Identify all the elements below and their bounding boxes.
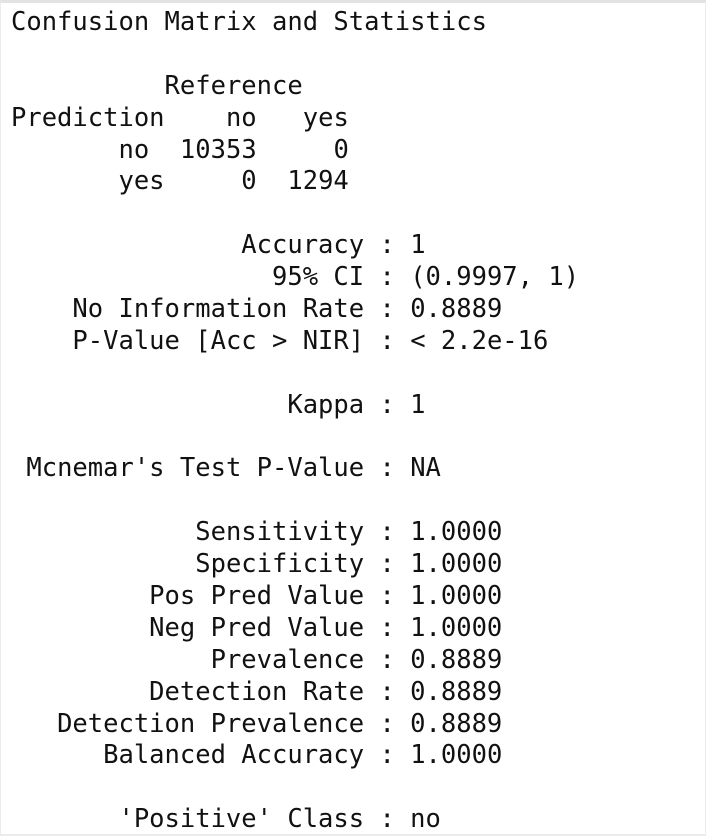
stat-value: NA <box>410 453 441 484</box>
stat-label: Sensitivity <box>195 517 365 548</box>
stat-label: No Information Rate <box>72 294 365 325</box>
reference-label: Reference <box>164 70 303 101</box>
stat-label: Neg Pred Value <box>149 612 365 643</box>
matrix-column-header: Prediction no yes <box>11 103 579 135</box>
stat-value: 1.0000 <box>410 612 503 643</box>
stat-value: (0.9997, 1) <box>410 262 580 293</box>
matrix-row-yes: yes 0 1294 <box>11 166 579 198</box>
stat-label: Detection Prevalence <box>57 708 365 739</box>
stat-value: 1 <box>410 230 426 261</box>
stat-row-ppv: Pos Pred Value : 1.0000 <box>149 581 503 612</box>
stat-row-prevalence: Prevalence : 0.8889 <box>210 644 503 675</box>
column-header-no: no <box>225 102 257 133</box>
stat-label: 95% CI <box>272 262 365 293</box>
stat-label: Pos Pred Value <box>149 581 365 612</box>
matrix-reference-header: Reference <box>11 71 579 103</box>
stat-row-detection-rate: Detection Rate : 0.8889 <box>149 676 503 707</box>
stat-value: 1 <box>410 389 426 420</box>
output-title: Confusion Matrix and Statistics <box>11 7 487 37</box>
stat-row-mcnemar: Mcnemar's Test P-Value : NA <box>26 453 441 484</box>
stat-row-ci: 95% CI : (0.9997, 1) <box>272 262 580 293</box>
stat-label: 'Positive' Class <box>118 804 365 835</box>
stat-value: 0.8889 <box>410 708 503 739</box>
stat-label: P-Value [Acc > NIR] <box>72 325 365 356</box>
row-label-no: no <box>118 134 150 165</box>
stat-label: Mcnemar's Test P-Value <box>26 453 365 484</box>
stat-row-balanced-accuracy: Balanced Accuracy : 1.0000 <box>103 740 503 771</box>
stat-value: 1.0000 <box>410 549 503 580</box>
stat-row-npv: Neg Pred Value : 1.0000 <box>149 612 503 643</box>
stat-value: 1.0000 <box>410 517 503 548</box>
stat-row-kappa: Kappa : 1 <box>287 389 426 420</box>
cell-no-yes: 0 <box>333 134 349 165</box>
stat-label: Kappa <box>287 389 365 420</box>
stat-label: Detection Rate <box>149 676 365 707</box>
stat-value: 0.8889 <box>410 294 503 325</box>
stat-value: 1.0000 <box>410 740 503 771</box>
stat-row-detection-prevalence: Detection Prevalence : 0.8889 <box>57 708 503 739</box>
console-text: Confusion Matrix and Statistics Referenc… <box>11 7 579 836</box>
stat-row-nir: No Information Rate : 0.8889 <box>72 294 503 325</box>
matrix-row-no: no 10353 0 <box>11 135 579 167</box>
stat-row-accuracy: Accuracy : 1 <box>241 230 426 261</box>
stat-label: Prevalence <box>210 644 365 675</box>
stat-label: Balanced Accuracy <box>103 740 365 771</box>
positive-class-row: 'Positive' Class : no <box>118 804 441 835</box>
stat-row-sensitivity: Sensitivity : 1.0000 <box>195 517 503 548</box>
row-label-yes: yes <box>118 166 165 197</box>
cell-no-no: 10353 <box>179 134 257 165</box>
stat-value: < 2.2e-16 <box>410 325 549 356</box>
stat-row-specificity: Specificity : 1.0000 <box>195 549 503 580</box>
stat-value: 0.8889 <box>410 644 503 675</box>
stat-label: Specificity <box>195 549 365 580</box>
console-output-panel: Confusion Matrix and Statistics Referenc… <box>0 0 706 836</box>
cell-yes-no: 0 <box>241 166 257 197</box>
prediction-label: Prediction <box>11 102 165 133</box>
stat-value: 0.8889 <box>410 676 503 707</box>
stat-value: 1.0000 <box>410 581 503 612</box>
column-header-yes: yes <box>302 102 349 133</box>
cell-yes-yes: 1294 <box>287 166 349 197</box>
stat-label: Accuracy <box>241 230 365 261</box>
stat-value: no <box>410 804 441 835</box>
stat-row-pvalue: P-Value [Acc > NIR] : < 2.2e-16 <box>72 325 549 356</box>
